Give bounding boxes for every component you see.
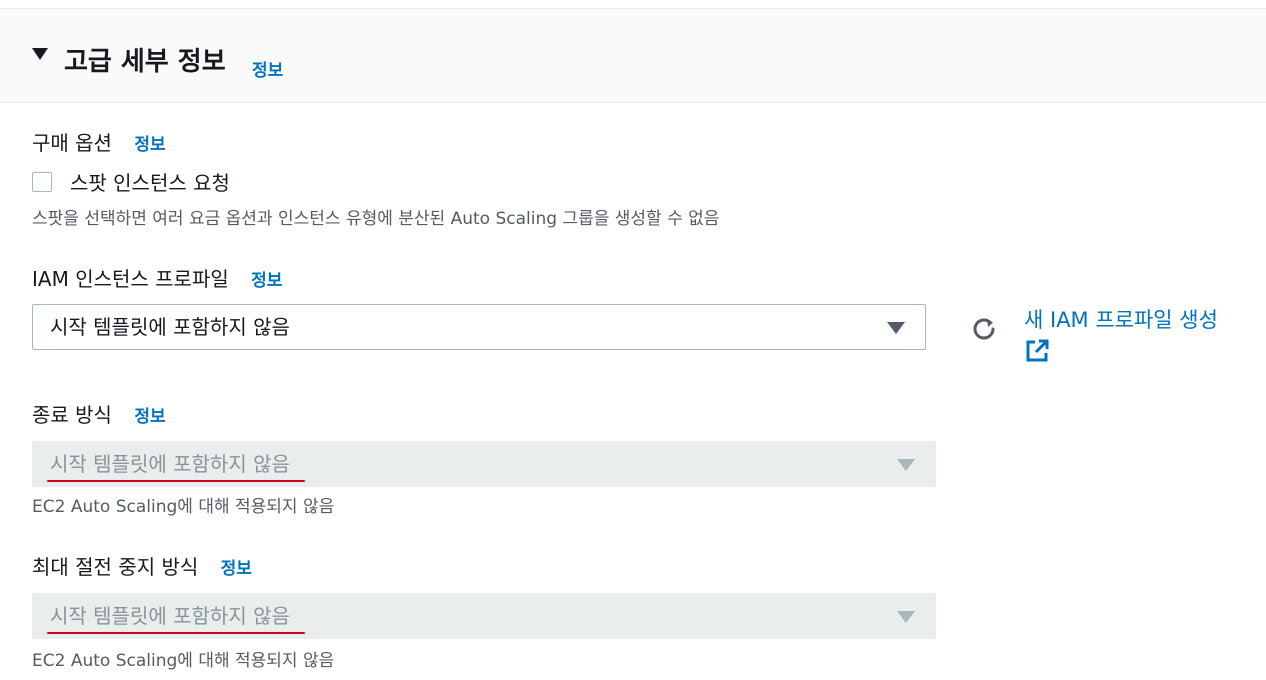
stop-hibernate-select[interactable]: 시작 템플릿에 포함하지 않음 bbox=[32, 593, 936, 639]
external-link-icon[interactable] bbox=[1024, 338, 1050, 364]
iam-profile-label-text: IAM 인스턴스 프로파일 bbox=[32, 267, 229, 291]
red-underline-annotation bbox=[47, 632, 305, 634]
stop-hibernate-label-text: 최대 절전 중지 방식 bbox=[32, 555, 199, 579]
shutdown-behavior-select[interactable]: 시작 템플릿에 포함하지 않음 bbox=[32, 441, 936, 487]
iam-profile-label: IAM 인스턴스 프로파일 정보 bbox=[32, 266, 282, 294]
spot-instance-checkbox[interactable] bbox=[32, 172, 52, 192]
create-iam-profile-link[interactable]: 새 IAM 프로파일 생성 bbox=[1024, 306, 1244, 334]
spot-instance-checkbox-label[interactable]: 스팟 인스턴스 요청 bbox=[70, 170, 230, 196]
red-underline-annotation bbox=[47, 480, 305, 482]
iam-profile-info-link[interactable]: 정보 bbox=[251, 271, 282, 291]
stop-hibernate-label: 최대 절전 중지 방식 정보 bbox=[32, 554, 252, 582]
stop-hibernate-select-value: 시작 템플릿에 포함하지 않음 bbox=[50, 604, 290, 628]
purchase-options-label: 구매 옵션 정보 bbox=[32, 130, 166, 158]
refresh-icon[interactable] bbox=[969, 314, 999, 344]
purchase-options-label-text: 구매 옵션 bbox=[32, 131, 112, 155]
header-info-link[interactable]: 정보 bbox=[252, 56, 283, 81]
caret-down-icon[interactable] bbox=[32, 48, 48, 60]
shutdown-behavior-label: 종료 방식 정보 bbox=[32, 402, 166, 430]
purchase-options-info-link[interactable]: 정보 bbox=[134, 135, 165, 155]
dropdown-caret-icon bbox=[887, 322, 905, 334]
section-title[interactable]: 고급 세부 정보 bbox=[64, 45, 226, 79]
spot-instance-description: 스팟을 선택하면 여러 요금 옵션과 인스턴스 유형에 분산된 Auto Sca… bbox=[32, 209, 720, 229]
iam-profile-select[interactable]: 시작 템플릿에 포함하지 않음 bbox=[32, 304, 926, 350]
stop-hibernate-description: EC2 Auto Scaling에 대해 적용되지 않음 bbox=[32, 651, 335, 671]
dropdown-caret-icon bbox=[897, 611, 915, 623]
top-divider bbox=[0, 0, 1266, 9]
shutdown-behavior-description: EC2 Auto Scaling에 대해 적용되지 않음 bbox=[32, 497, 335, 517]
iam-profile-select-value: 시작 템플릿에 포함하지 않음 bbox=[50, 315, 290, 339]
shutdown-behavior-label-text: 종료 방식 bbox=[32, 403, 112, 427]
shutdown-behavior-select-value: 시작 템플릿에 포함하지 않음 bbox=[50, 452, 290, 476]
stop-hibernate-info-link[interactable]: 정보 bbox=[221, 559, 252, 579]
dropdown-caret-icon bbox=[897, 459, 915, 471]
section-header[interactable]: 고급 세부 정보 정보 bbox=[0, 9, 1266, 103]
shutdown-behavior-info-link[interactable]: 정보 bbox=[134, 407, 165, 427]
